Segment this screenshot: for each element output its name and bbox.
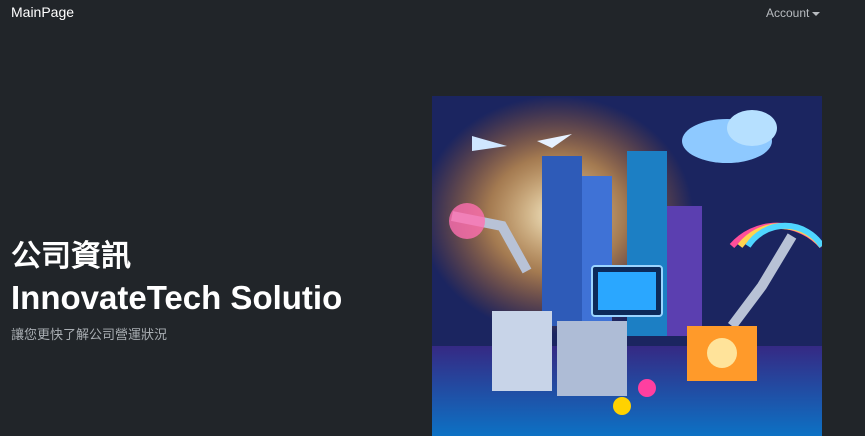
account-label: Account [766, 6, 810, 20]
account-dropdown[interactable]: Account [766, 6, 821, 20]
hero-title-english: InnovateTech Solutio [11, 279, 343, 316]
hero-section: 公司資訊 InnovateTech Solutio 讓您更快了解公司營運狀況 [11, 238, 411, 343]
hero-title-chinese: 公司資訊 [11, 239, 131, 274]
hero-illustration [432, 96, 822, 436]
top-navbar: MainPage Account [0, 0, 865, 28]
caret-down-icon [812, 11, 821, 16]
hero-subtitle: 讓您更快了解公司營運狀況 [11, 328, 168, 343]
brand-link[interactable]: MainPage [11, 4, 74, 20]
tech-illustration-svg [432, 96, 822, 436]
